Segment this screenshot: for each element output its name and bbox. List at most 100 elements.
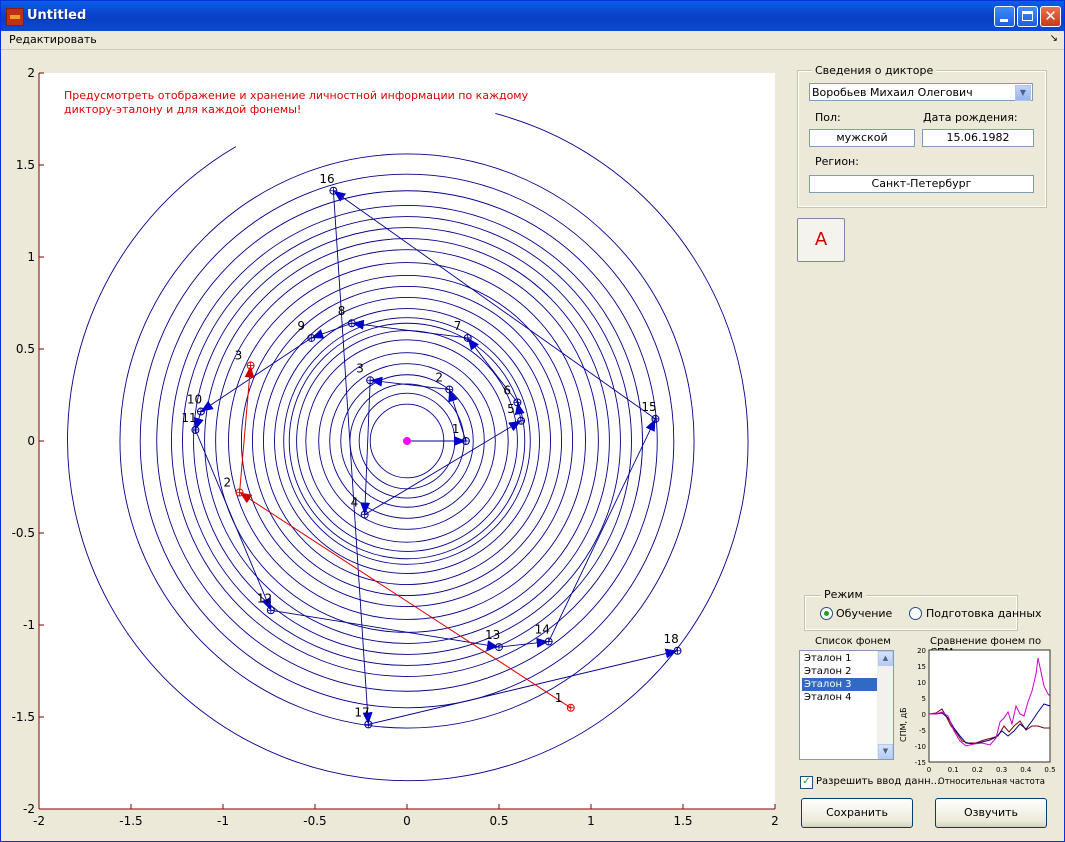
spectrum-ylabel: СПМ, дБ xyxy=(899,707,908,742)
x-tick-label: 1.5 xyxy=(673,814,692,828)
radio-data-prep[interactable] xyxy=(909,607,922,620)
allow-input-label[interactable]: Разрешить ввод данн... xyxy=(816,776,940,787)
spectrum-y-tick: -10 xyxy=(915,743,926,751)
x-tick-label: -1.5 xyxy=(119,814,142,828)
spectrum-y-tick: 0 xyxy=(922,711,926,719)
list-item[interactable]: Эталон 1 xyxy=(802,652,880,665)
scroll-down-icon[interactable]: ▼ xyxy=(878,744,893,759)
radio-training-label[interactable]: Обучение xyxy=(836,607,892,620)
plot-note-line-2: диктору-эталону и для каждой фонемы! xyxy=(64,103,301,116)
blue-point-label: 17 xyxy=(354,705,369,719)
gender-label: Пол: xyxy=(815,111,841,124)
chevron-down-icon[interactable]: ▼ xyxy=(1015,85,1031,101)
spectrum-x-tick: 0.2 xyxy=(972,766,983,774)
red-point-label: 1 xyxy=(555,691,563,705)
blue-point-label: 7 xyxy=(454,319,462,333)
spectrum-x-tick: 0.1 xyxy=(948,766,959,774)
birth-label: Дата рождения: xyxy=(923,111,1018,124)
spectrum-x-tick: 0.5 xyxy=(1044,766,1055,774)
blue-point-label: 18 xyxy=(663,632,678,646)
region-field[interactable]: Санкт-Петербург xyxy=(809,175,1034,193)
blue-point-label: 14 xyxy=(535,623,550,637)
blue-point-label: 9 xyxy=(297,319,305,333)
red-point-label: 2 xyxy=(224,476,232,490)
phoneme-list-title: Список фонем xyxy=(815,636,891,647)
maximize-button[interactable] xyxy=(1017,6,1038,27)
spectrum-y-tick: 10 xyxy=(917,679,926,687)
blue-point-label: 5 xyxy=(507,402,515,416)
y-tick-label: 1 xyxy=(27,250,35,264)
spectrum-xlabel: Относительная частота xyxy=(938,777,1045,787)
blue-point-label: 2 xyxy=(435,370,443,384)
window-title: Untitled xyxy=(27,8,87,23)
blue-point-label: 11 xyxy=(181,411,196,425)
birth-field[interactable]: 15.06.1982 xyxy=(922,129,1034,147)
matlab-icon xyxy=(6,8,24,26)
list-scrollbar[interactable]: ▲ ▼ xyxy=(877,651,893,759)
spectrum-y-tick: -5 xyxy=(919,727,926,735)
y-tick-label: -1.5 xyxy=(12,710,35,724)
x-tick-label: 0 xyxy=(403,814,411,828)
blue-point-label: 1 xyxy=(452,422,460,436)
allow-input-checkbox[interactable]: ✓ xyxy=(800,776,813,789)
application-window: Untitled ✕ Редактировать ↘ 1 2 3 4 5 6 7 8 9 10 11… xyxy=(0,0,1065,842)
toolbar-toggle-icon[interactable]: ↘ xyxy=(1050,33,1058,44)
spectrum-x-tick: 0.3 xyxy=(996,766,1007,774)
blue-point-label: 16 xyxy=(319,172,334,186)
blue-point-label: 8 xyxy=(338,304,346,318)
mode-title: Режим xyxy=(821,588,866,601)
blue-point-label: 15 xyxy=(641,400,656,414)
spectrum-y-tick: 5 xyxy=(922,695,926,703)
menu-bar: Редактировать ↘ xyxy=(1,31,1064,50)
y-tick-label: 2 xyxy=(27,66,35,80)
spectrum-y-tick: 20 xyxy=(917,647,926,655)
play-button[interactable]: Озвучить xyxy=(935,798,1047,828)
minimize-button[interactable] xyxy=(994,6,1015,27)
plot-note-line-1: Предусмотреть отображение и хранение лич… xyxy=(64,89,529,102)
save-button[interactable]: Сохранить xyxy=(801,798,913,828)
radio-training[interactable] xyxy=(820,607,833,620)
speaker-info-title: Сведения о дикторе xyxy=(812,64,937,77)
spiral-plot: 12345678910111213 1415161718123 -2 -1.5 -1-… xyxy=(12,66,779,828)
y-tick-label: -1 xyxy=(23,618,35,632)
phoneme-list[interactable]: Эталон 1 Эталон 2 Эталон 3 Эталон 4 ▲ ▼ xyxy=(799,650,894,760)
y-tick-label: -2 xyxy=(23,802,35,816)
gender-field[interactable]: мужской xyxy=(809,129,915,147)
list-item[interactable]: Эталон 4 xyxy=(802,691,880,704)
y-tick-label: 0.5 xyxy=(16,342,35,356)
list-item-selected[interactable]: Эталон 3 xyxy=(802,678,880,691)
region-label: Регион: xyxy=(815,155,859,168)
spectrum-x-tick: 0.4 xyxy=(1020,766,1032,774)
x-tick-label: -1 xyxy=(217,814,229,828)
blue-point-label: 6 xyxy=(503,383,511,397)
radio-data-prep-label[interactable]: Подготовка данных xyxy=(926,607,1042,620)
close-button[interactable]: ✕ xyxy=(1040,6,1061,27)
phoneme-button[interactable]: А xyxy=(797,218,845,262)
speaker-select[interactable]: Воробьев Михаил Олегович ▼ xyxy=(809,83,1033,101)
x-tick-label: -0.5 xyxy=(303,814,326,828)
spectrum-chart: 20151050-5-10-150 0.1 0.2 0.3 0.4 0.5 СПМ, дБ… xyxy=(899,647,1056,787)
y-tick-label: 1.5 xyxy=(16,158,35,172)
x-tick-label: -2 xyxy=(33,814,45,828)
x-tick-label: 0.5 xyxy=(489,814,508,828)
close-icon: ✕ xyxy=(1044,7,1057,25)
spectrum-y-tick: 15 xyxy=(917,663,926,671)
blue-point-label: 3 xyxy=(356,361,364,375)
y-tick-label: -0.5 xyxy=(12,526,35,540)
scroll-up-icon[interactable]: ▲ xyxy=(878,651,893,666)
menu-edit[interactable]: Редактировать xyxy=(9,33,97,46)
y-tick-label: 0 xyxy=(27,434,35,448)
spectrum-y-tick: -15 xyxy=(915,759,926,767)
x-tick-label: 2 xyxy=(771,814,779,828)
list-item[interactable]: Эталон 2 xyxy=(802,665,880,678)
blue-point-label: 4 xyxy=(351,496,359,510)
title-bar: Untitled ✕ xyxy=(1,1,1064,31)
x-tick-label: 1 xyxy=(587,814,595,828)
red-point-label: 3 xyxy=(235,349,243,363)
blue-point-label: 10 xyxy=(187,393,202,407)
center-point xyxy=(403,437,411,445)
blue-point-label: 12 xyxy=(257,591,272,605)
blue-point-label: 13 xyxy=(485,628,500,642)
speaker-name: Воробьев Михаил Олегович xyxy=(812,86,973,99)
spectrum-x-tick: 0 xyxy=(927,766,931,774)
